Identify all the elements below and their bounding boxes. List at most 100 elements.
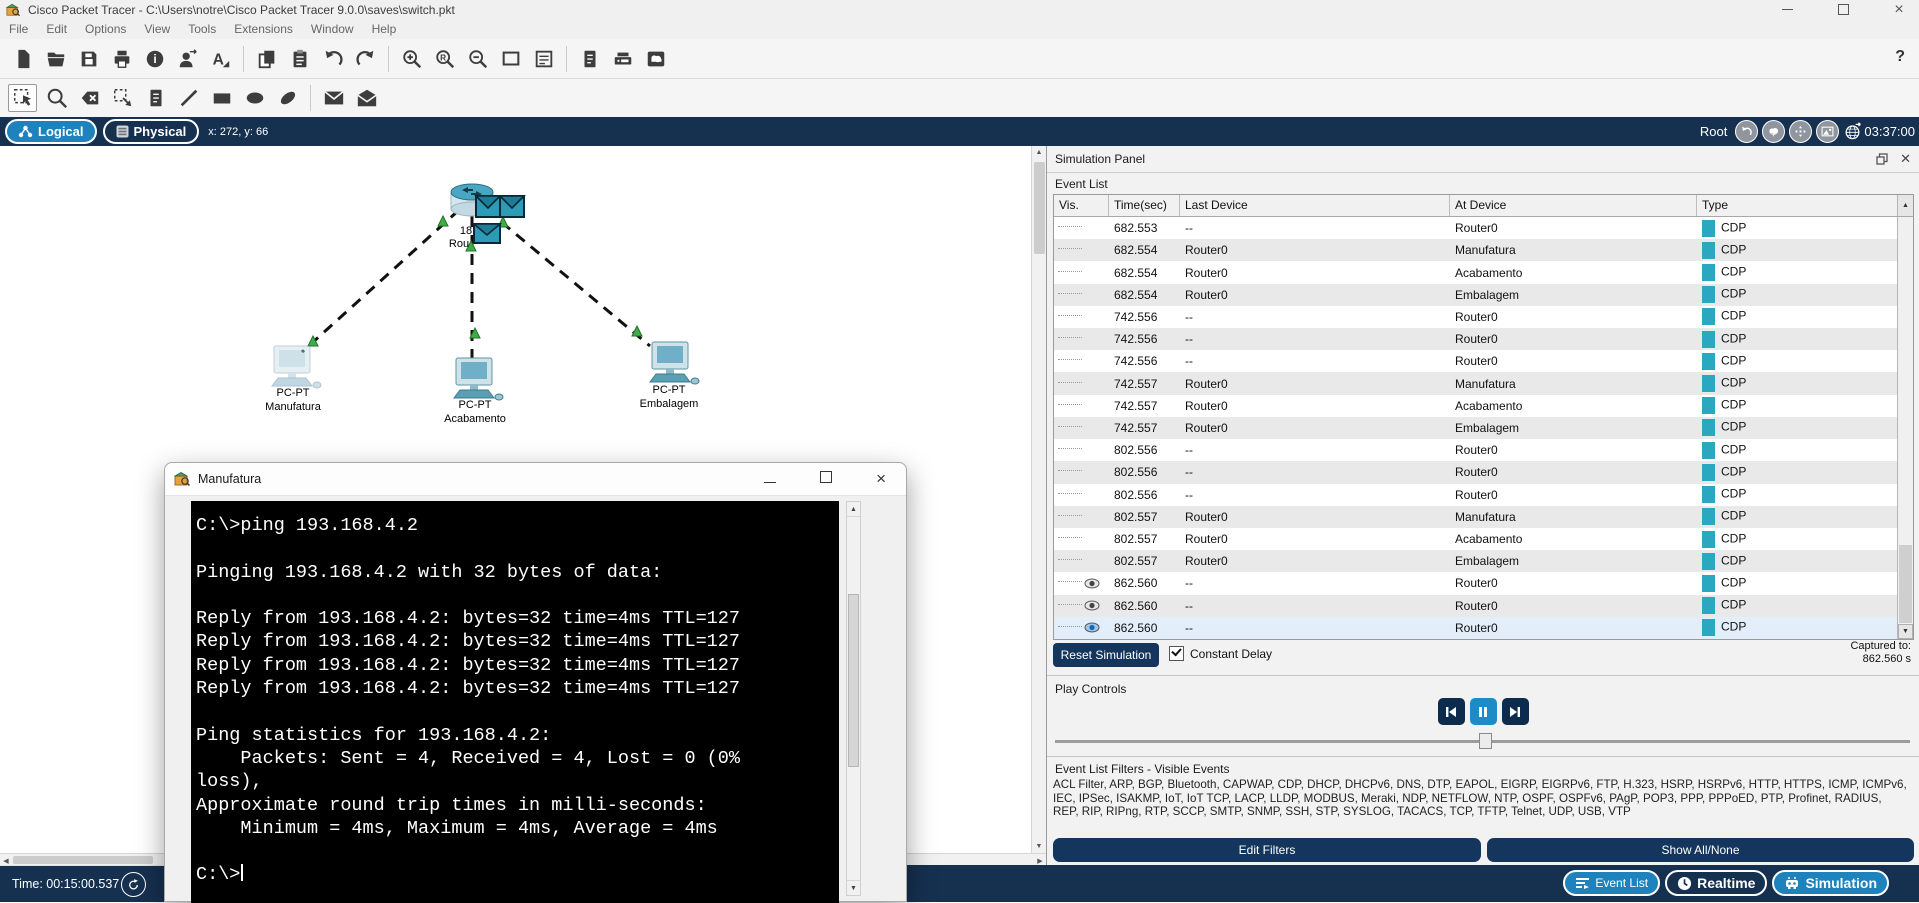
event-row[interactable]: 742.556 -- Router0 CDP bbox=[1054, 350, 1897, 372]
terminal-scrollbar[interactable]: ▲ ▼ bbox=[846, 501, 861, 896]
event-row[interactable]: 802.557 Router0 Embalagem CDP bbox=[1054, 550, 1897, 573]
visible-eye-icon[interactable] bbox=[1084, 622, 1100, 633]
event-row[interactable]: 802.557 Router0 Manufatura CDP bbox=[1054, 505, 1897, 528]
event-list-toggle-button[interactable]: Event List bbox=[1563, 870, 1661, 896]
network-info-icon[interactable] bbox=[576, 46, 603, 72]
canvas-vertical-scrollbar[interactable]: ▲ ▼ bbox=[1031, 146, 1046, 853]
back-navigation-icon[interactable] bbox=[1735, 120, 1759, 143]
save-icon[interactable] bbox=[75, 46, 102, 72]
event-row[interactable]: 802.556 -- Router0 CDP bbox=[1054, 484, 1897, 506]
event-row[interactable]: 742.557 Router0 Manufatura CDP bbox=[1054, 372, 1897, 395]
menu-view[interactable]: View bbox=[135, 19, 179, 39]
restore-window-icon[interactable] bbox=[1833, 1, 1853, 18]
constant-delay-checkbox[interactable] bbox=[1169, 646, 1184, 661]
visible-eye-icon[interactable] bbox=[1084, 578, 1100, 589]
event-row[interactable]: 742.556 -- Router0 CDP bbox=[1054, 306, 1897, 328]
terminal-titlebar[interactable]: Manufatura × bbox=[165, 463, 906, 496]
pc-embalagem-device[interactable] bbox=[649, 341, 700, 385]
simulation-clock[interactable]: 03:37:00 bbox=[1843, 122, 1915, 141]
custom-devices-icon[interactable] bbox=[530, 46, 557, 72]
edit-filters-button[interactable]: Edit Filters bbox=[1053, 838, 1481, 862]
help-icon[interactable]: ? bbox=[1895, 48, 1905, 66]
tab-simulation[interactable]: Simulation bbox=[1772, 870, 1889, 896]
table-scroll-down-icon[interactable]: ▼ bbox=[1898, 624, 1913, 639]
pc-acabamento-device[interactable] bbox=[453, 357, 504, 401]
event-row[interactable]: 802.557 Router0 Acabamento CDP bbox=[1054, 528, 1897, 550]
menu-window[interactable]: Window bbox=[302, 19, 363, 39]
column-header-vis[interactable]: Vis. bbox=[1054, 195, 1109, 216]
event-row[interactable]: 862.560 -- Router0 CDP bbox=[1054, 594, 1897, 617]
table-scroll-thumb[interactable] bbox=[1899, 545, 1912, 623]
power-cycle-icon[interactable] bbox=[121, 871, 147, 897]
table-scroll-up-icon[interactable]: ▲ bbox=[1897, 195, 1913, 216]
terminal-scroll-down-icon[interactable]: ▼ bbox=[847, 880, 860, 895]
paste-icon[interactable] bbox=[286, 46, 313, 72]
zoom-out-icon[interactable] bbox=[464, 46, 491, 72]
event-row[interactable]: 682.554 Router0 Manufatura CDP bbox=[1054, 239, 1897, 262]
column-header-type[interactable]: Type bbox=[1697, 195, 1897, 216]
redo-icon[interactable] bbox=[352, 46, 379, 72]
environment-icon[interactable] bbox=[642, 46, 669, 72]
terminal-minimize-icon[interactable] bbox=[764, 470, 777, 488]
event-row[interactable]: 682.554 Router0 Acabamento CDP bbox=[1054, 261, 1897, 283]
background-image-icon[interactable] bbox=[1816, 120, 1840, 143]
minimize-window-icon[interactable] bbox=[1777, 2, 1797, 18]
menu-extensions[interactable]: Extensions bbox=[225, 19, 302, 39]
close-window-icon[interactable]: × bbox=[1889, 1, 1909, 18]
add-complex-pdu-icon[interactable] bbox=[353, 85, 380, 111]
event-row[interactable]: 682.553 -- Router0 CDP bbox=[1054, 217, 1897, 239]
event-row[interactable]: 742.557 Router0 Acabamento CDP bbox=[1054, 395, 1897, 417]
step-forward-button[interactable] bbox=[1501, 698, 1529, 725]
add-simple-pdu-icon[interactable] bbox=[320, 85, 347, 111]
event-row[interactable]: 742.556 -- Router0 CDP bbox=[1054, 328, 1897, 351]
tab-realtime[interactable]: Realtime bbox=[1665, 870, 1768, 896]
drawing-palette-icon[interactable] bbox=[497, 46, 524, 72]
event-row[interactable]: 742.557 Router0 Embalagem CDP bbox=[1054, 416, 1897, 440]
simulation-speed-slider[interactable] bbox=[1055, 733, 1910, 749]
pc-manufatura-device[interactable] bbox=[271, 345, 322, 389]
draw-freeform-icon[interactable] bbox=[274, 85, 301, 111]
copy-icon[interactable] bbox=[253, 46, 280, 72]
zoom-reset-icon[interactable]: R bbox=[431, 46, 458, 72]
float-panel-icon[interactable] bbox=[1876, 153, 1888, 165]
event-row[interactable]: 862.560 -- Router0 CDP bbox=[1054, 572, 1897, 594]
reset-simulation-button[interactable]: Reset Simulation bbox=[1053, 643, 1159, 667]
menu-help[interactable]: Help bbox=[363, 19, 406, 39]
column-header-last-device[interactable]: Last Device bbox=[1180, 195, 1450, 216]
draw-rectangle-icon[interactable] bbox=[208, 85, 235, 111]
device-console-icon[interactable] bbox=[609, 46, 636, 72]
activity-wizard-icon[interactable]: i bbox=[141, 46, 168, 72]
event-row[interactable]: 802.556 -- Router0 CDP bbox=[1054, 439, 1897, 461]
zoom-in-icon[interactable] bbox=[398, 46, 425, 72]
terminal-scroll-up-icon[interactable]: ▲ bbox=[847, 502, 860, 517]
pan-tool-icon[interactable] bbox=[1789, 120, 1813, 143]
resize-shape-icon[interactable] bbox=[109, 85, 136, 111]
open-file-icon[interactable] bbox=[42, 46, 69, 72]
event-row[interactable]: 682.554 Router0 Embalagem CDP bbox=[1054, 283, 1897, 306]
menu-edit[interactable]: Edit bbox=[37, 19, 76, 39]
pause-button[interactable] bbox=[1469, 698, 1497, 725]
column-header-at-device[interactable]: At Device bbox=[1450, 195, 1697, 216]
select-icon[interactable] bbox=[8, 84, 37, 112]
inspect-icon[interactable] bbox=[43, 85, 70, 111]
terminal-maximize-icon[interactable] bbox=[820, 470, 833, 488]
user-profile-icon[interactable] bbox=[174, 46, 201, 72]
new-file-icon[interactable] bbox=[9, 46, 36, 72]
menu-file[interactable]: File bbox=[0, 19, 37, 39]
menu-tools[interactable]: Tools bbox=[179, 19, 225, 39]
slider-handle[interactable] bbox=[1479, 733, 1492, 749]
scroll-down-icon[interactable]: ▼ bbox=[1033, 841, 1045, 852]
constant-delay-control[interactable]: Constant Delay bbox=[1169, 646, 1272, 661]
step-back-button[interactable] bbox=[1437, 698, 1465, 725]
visible-eye-icon[interactable] bbox=[1084, 600, 1100, 611]
font-settings-icon[interactable]: A bbox=[207, 46, 234, 72]
event-row[interactable]: 862.560 -- Router0 CDP bbox=[1054, 616, 1897, 639]
show-all-none-button[interactable]: Show All/None bbox=[1487, 838, 1914, 862]
close-panel-icon[interactable]: ✕ bbox=[1900, 151, 1911, 167]
event-row[interactable]: 802.556 -- Router0 CDP bbox=[1054, 461, 1897, 484]
draw-line-icon[interactable] bbox=[175, 85, 202, 111]
draw-ellipse-icon[interactable] bbox=[241, 85, 268, 111]
cloud-add-icon[interactable] bbox=[1762, 120, 1786, 143]
vertical-scroll-thumb[interactable] bbox=[1034, 162, 1045, 254]
tab-logical[interactable]: Logical bbox=[5, 119, 97, 144]
